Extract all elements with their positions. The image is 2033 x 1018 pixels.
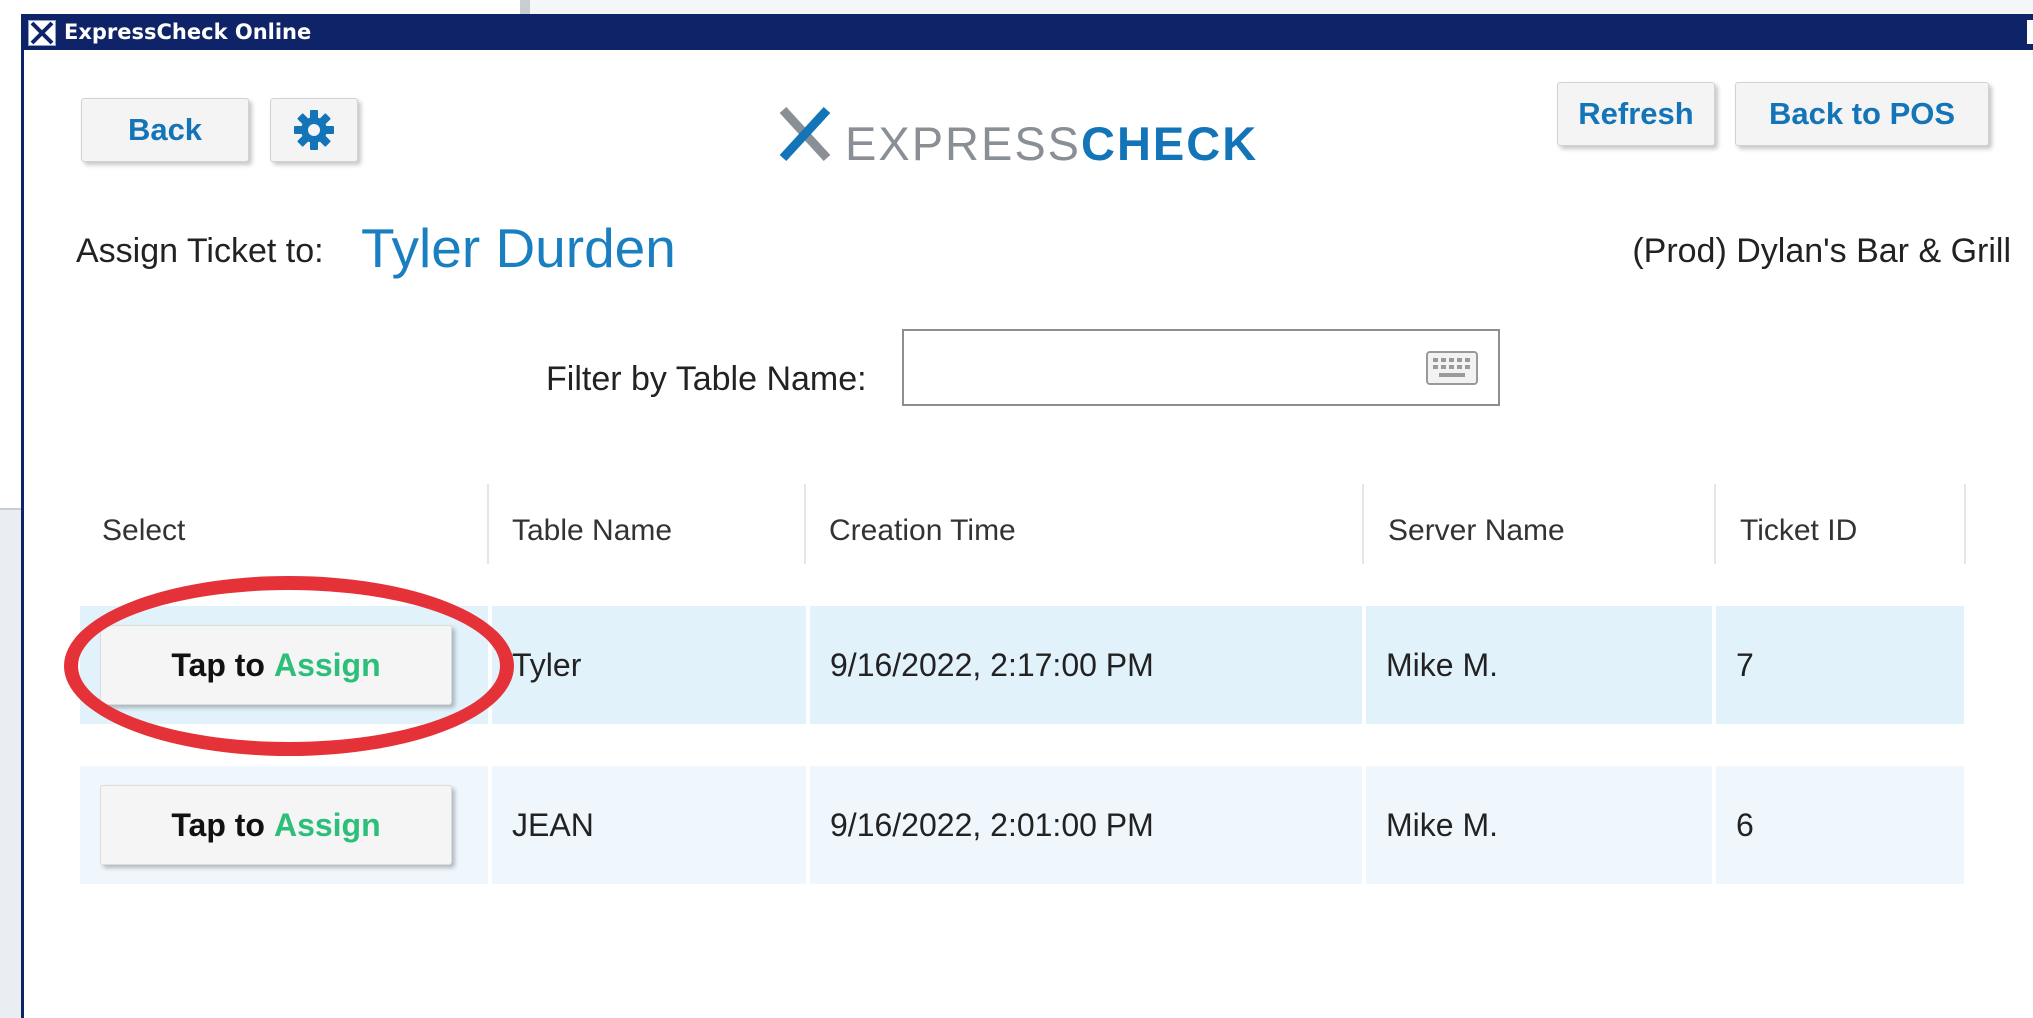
tap-to-text: Tap to bbox=[171, 806, 265, 843]
column-divider bbox=[1964, 484, 1966, 564]
header-select: Select bbox=[102, 514, 186, 547]
logo-word-check: CHECK bbox=[1081, 117, 1259, 170]
filter-field[interactable] bbox=[902, 329, 1500, 406]
creation-time-cell: 9/16/2022, 2:01:00 PM bbox=[810, 766, 1362, 884]
expresscheck-window: ExpressCheck Online Back EXPRESSCHECK Re… bbox=[21, 14, 2033, 1018]
column-divider bbox=[1362, 484, 1364, 564]
app-icon bbox=[28, 20, 56, 46]
background-strip bbox=[530, 0, 2033, 14]
table-name-cell: JEAN bbox=[492, 766, 806, 884]
header-table-name: Table Name bbox=[512, 514, 673, 547]
refresh-button[interactable]: Refresh bbox=[1557, 82, 1715, 146]
ticket-id-cell: 6 bbox=[1716, 766, 1964, 884]
filter-label: Filter by Table Name: bbox=[546, 360, 867, 398]
column-divider bbox=[487, 484, 489, 564]
header-ticket-id: Ticket ID bbox=[1740, 514, 1858, 547]
back-button-label: Back bbox=[127, 112, 203, 147]
title-bar: ExpressCheck Online bbox=[24, 14, 2033, 50]
logo-x-icon bbox=[779, 106, 831, 162]
settings-button[interactable] bbox=[270, 98, 358, 162]
table-row[interactable]: Tap to Assign JEAN 9/16/2022, 2:01:00 PM … bbox=[80, 766, 1964, 884]
gear-icon bbox=[294, 110, 334, 150]
logo-word-express: EXPRESS bbox=[845, 117, 1082, 170]
header-creation-time: Creation Time bbox=[829, 514, 1016, 547]
back-to-pos-button[interactable]: Back to POS bbox=[1735, 82, 1989, 146]
tap-to-assign-button[interactable]: Tap to Assign bbox=[100, 785, 452, 865]
back-button[interactable]: Back bbox=[81, 98, 249, 162]
assignee-name: Tyler Durden bbox=[361, 217, 676, 279]
column-divider bbox=[804, 484, 806, 564]
window-title: ExpressCheck Online bbox=[64, 20, 312, 44]
refresh-button-label: Refresh bbox=[1578, 96, 1694, 131]
assign-text: Assign bbox=[273, 806, 381, 843]
ticket-id-cell: 7 bbox=[1716, 606, 1964, 724]
store-name: (Prod) Dylan's Bar & Grill bbox=[1632, 232, 2011, 270]
server-name-cell: Mike M. bbox=[1366, 606, 1712, 724]
creation-time-cell: 9/16/2022, 2:17:00 PM bbox=[810, 606, 1362, 724]
header-server-name: Server Name bbox=[1388, 514, 1565, 547]
filter-input[interactable] bbox=[912, 341, 1416, 397]
keyboard-icon[interactable] bbox=[1426, 351, 1478, 385]
table-name-cell: Tyler bbox=[492, 606, 806, 724]
back-to-pos-button-label: Back to POS bbox=[1768, 96, 1956, 131]
server-name-cell: Mike M. bbox=[1366, 766, 1712, 884]
highlight-circle-annotation bbox=[64, 576, 514, 756]
select-cell: Tap to Assign bbox=[80, 766, 488, 884]
column-divider bbox=[1714, 484, 1716, 564]
window-control[interactable] bbox=[2027, 20, 2033, 44]
assign-ticket-label: Assign Ticket to: bbox=[76, 232, 324, 270]
